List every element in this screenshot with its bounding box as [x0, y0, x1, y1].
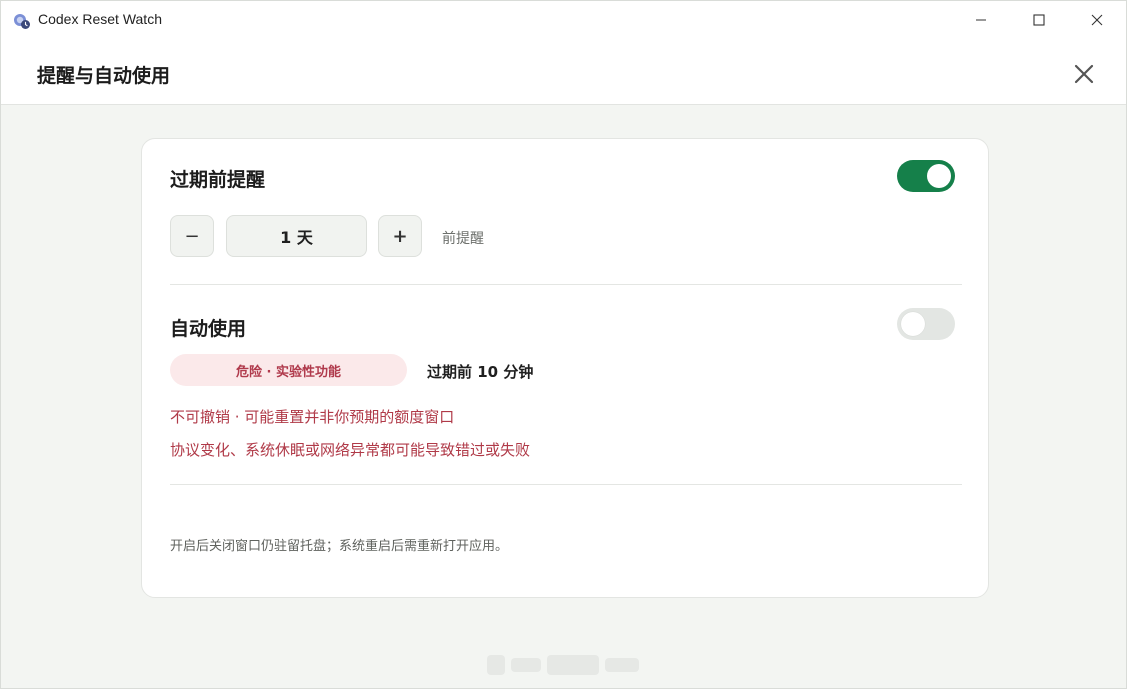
reminder-section-title: 过期前提醒: [170, 169, 266, 191]
toggle-knob: [927, 164, 951, 188]
app-window: Codex Reset Watch 提醒与自动使用 过期前提醒 − 1 天 + …: [0, 0, 1127, 689]
reminder-days-value[interactable]: 1 天: [226, 215, 367, 257]
auto-use-toggle[interactable]: [897, 308, 955, 340]
page-header: 提醒与自动使用: [1, 39, 1126, 105]
reminder-toggle[interactable]: [897, 160, 955, 192]
window-title: Codex Reset Watch: [38, 11, 162, 27]
section-divider: [170, 484, 962, 485]
toggle-knob: [901, 312, 925, 336]
auto-use-section-title: 自动使用: [170, 318, 247, 340]
danger-badge: 危险 · 实验性功能: [170, 354, 407, 386]
minimize-icon: [976, 19, 986, 21]
decrement-button[interactable]: −: [170, 215, 214, 257]
warning-line: 不可撤销 · 可能重置并非你预期的额度窗口: [170, 408, 455, 426]
maximize-icon: [1033, 14, 1045, 26]
app-logo-icon: [13, 12, 31, 30]
bottom-handle: [487, 652, 645, 678]
page-title: 提醒与自动使用: [37, 65, 171, 87]
reminder-suffix-label: 前提醒: [442, 231, 484, 247]
section-divider: [170, 284, 962, 285]
warning-line: 协议变化、系统休眠或网络异常都可能导致错过或失败: [170, 441, 531, 459]
settings-card: 过期前提醒 − 1 天 + 前提醒 自动使用 危险 · 实验性功能 过期前 10…: [141, 138, 989, 598]
increment-button[interactable]: +: [378, 215, 422, 257]
auto-use-timing: 过期前 10 分钟: [427, 363, 534, 381]
title-bar: Codex Reset Watch: [1, 1, 1126, 39]
maximize-button[interactable]: [1010, 1, 1068, 39]
window-close-button[interactable]: [1068, 1, 1126, 39]
minimize-button[interactable]: [952, 1, 1010, 39]
close-panel-button[interactable]: [1069, 59, 1099, 89]
footer-note: 开启后关闭窗口仍驻留托盘；系统重启后需重新打开应用。: [170, 539, 509, 554]
close-icon: [1074, 64, 1094, 84]
close-icon: [1091, 14, 1103, 26]
